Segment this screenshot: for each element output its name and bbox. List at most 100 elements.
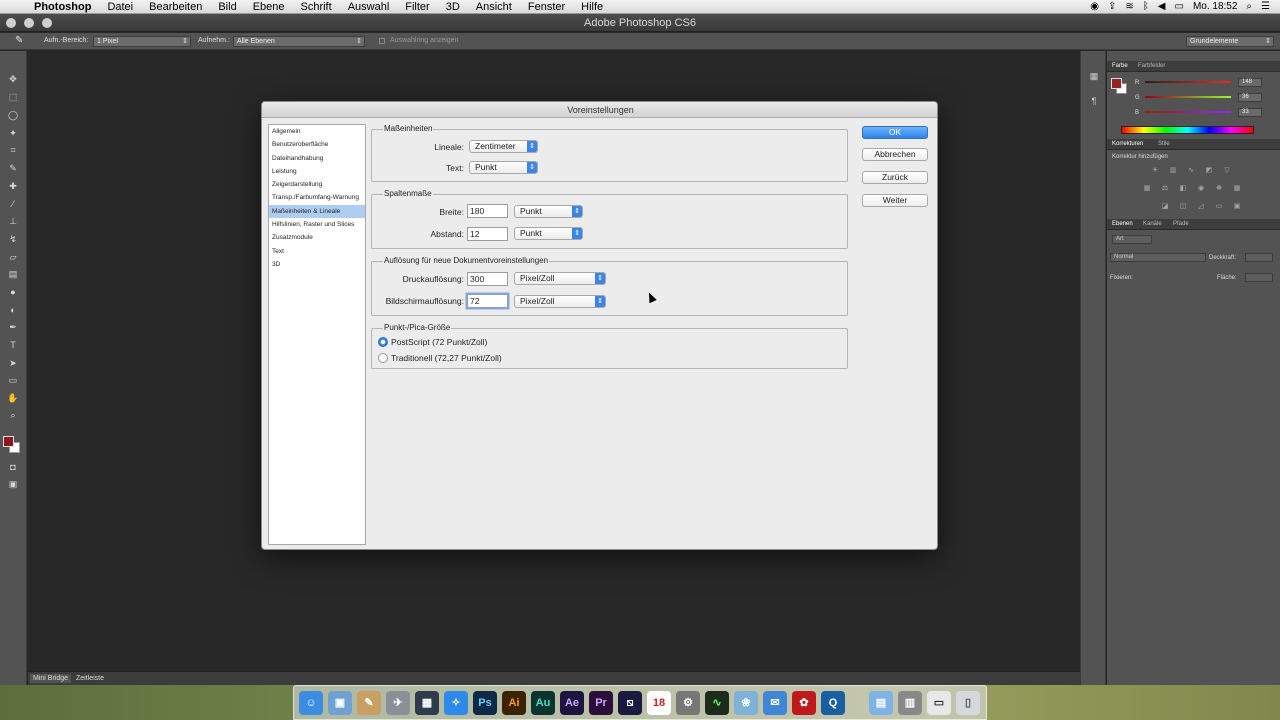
finder-icon[interactable]: ☺ xyxy=(299,691,323,715)
photos-icon[interactable]: ❀ xyxy=(734,691,758,715)
menu-ebene[interactable]: Ebene xyxy=(245,0,293,14)
volume-icon[interactable]: ◀ xyxy=(1158,0,1166,14)
hand-tool-icon[interactable]: ✋ xyxy=(6,392,20,404)
path-select-tool-icon[interactable]: ➤ xyxy=(6,357,20,369)
category-item-allgemein[interactable]: Allgemein xyxy=(269,125,365,138)
printer-icon[interactable]: ▥ xyxy=(898,691,922,715)
tab-kanaele[interactable]: Kanäle xyxy=(1143,221,1162,227)
invert-adjustment-icon[interactable]: ◪ xyxy=(1160,202,1170,210)
menu-ansicht[interactable]: Ansicht xyxy=(468,0,520,14)
eyedropper-tool-icon[interactable]: ✎ xyxy=(6,162,20,174)
print-resolution-input[interactable]: 300 xyxy=(467,272,508,286)
menu-schrift[interactable]: Schrift xyxy=(293,0,340,14)
battery-icon[interactable]: ▭ xyxy=(1174,0,1183,14)
color-lookup-adjustment-icon[interactable]: ▦ xyxy=(1232,184,1242,192)
tab-korrekturen[interactable]: Korrekturen xyxy=(1112,141,1143,147)
stamp-tool-icon[interactable]: ⊥ xyxy=(6,215,20,227)
gradient-map-adjustment-icon[interactable]: ▭ xyxy=(1214,202,1224,210)
levels-adjustment-icon[interactable]: ▥ xyxy=(1168,166,1178,174)
preview-icon[interactable]: ▣ xyxy=(328,691,352,715)
column-width-input[interactable]: 180 xyxy=(467,204,508,218)
menu-fenster[interactable]: Fenster xyxy=(520,0,573,14)
calendar-icon[interactable]: 18 xyxy=(647,691,671,715)
wifi-icon[interactable]: ≋ xyxy=(1125,0,1133,14)
color-balance-adjustment-icon[interactable]: ⚖ xyxy=(1160,184,1170,192)
opacity-field[interactable] xyxy=(1245,253,1273,262)
lasso-tool-icon[interactable]: ◯ xyxy=(6,109,20,121)
downloads-folder-icon[interactable]: ▤ xyxy=(869,691,893,715)
fill-field[interactable] xyxy=(1245,273,1273,282)
category-item-benutzeroberflaeche[interactable]: Benutzeroberfläche xyxy=(269,138,365,151)
category-item-dateihandhabung[interactable]: Dateihandhabung xyxy=(269,152,365,165)
crop-tool-icon[interactable]: ⌗ xyxy=(6,144,20,156)
menubar-clock[interactable]: Mo. 18:52 xyxy=(1193,0,1237,14)
launchpad-icon[interactable]: ✈ xyxy=(386,691,410,715)
tab-farbfelder[interactable]: Farbfelder xyxy=(1138,63,1165,69)
tab-farbe[interactable]: Farbe xyxy=(1112,63,1128,69)
tab-stile[interactable]: Stile xyxy=(1158,141,1170,147)
pen-tool-icon[interactable]: ✒ xyxy=(6,321,20,333)
back-button[interactable]: Zurück xyxy=(862,171,928,184)
eraser-tool-icon[interactable]: ▱ xyxy=(6,251,20,263)
after-effects-icon[interactable]: Ae xyxy=(560,691,584,715)
category-item-zusatzmodule[interactable]: Zusatzmodule xyxy=(269,231,365,244)
category-item-transparenz[interactable]: Transp./Farbumfang-Warnung xyxy=(269,191,365,204)
fg-color-chip[interactable] xyxy=(1111,78,1122,89)
shape-tool-icon[interactable]: ▭ xyxy=(6,374,20,386)
acrobat-icon[interactable]: ✿ xyxy=(792,691,816,715)
foreground-color-swatch[interactable] xyxy=(3,436,14,447)
screen-resolution-input[interactable]: 72 xyxy=(467,294,508,308)
hue-adjustment-icon[interactable]: ▦ xyxy=(1142,184,1152,192)
eyedropper-tool-icon[interactable]: ✎ xyxy=(15,35,23,46)
g-value-field[interactable]: 36 xyxy=(1238,93,1262,102)
layer-kind-filter[interactable]: Art xyxy=(1112,235,1152,244)
posterize-adjustment-icon[interactable]: ◫ xyxy=(1178,202,1188,210)
r-value-field[interactable]: 148 xyxy=(1238,78,1262,87)
category-item-hilfslinien[interactable]: Hilfslinien, Raster und Slices xyxy=(269,218,365,231)
blend-mode-select[interactable]: Normal xyxy=(1110,253,1206,262)
tab-zeitleiste[interactable]: Zeitleiste xyxy=(73,674,107,683)
threshold-adjustment-icon[interactable]: ◿ xyxy=(1196,202,1206,210)
category-item-zeigerdarstellung[interactable]: Zeigerdarstellung xyxy=(269,178,365,191)
ok-button[interactable]: OK xyxy=(862,126,928,139)
category-item-3d[interactable]: 3D xyxy=(269,258,365,271)
notifications-icon[interactable]: ☰ xyxy=(1261,0,1270,14)
traditional-radio[interactable] xyxy=(378,353,388,363)
system-preferences-icon[interactable]: ⚙ xyxy=(676,691,700,715)
quick-select-tool-icon[interactable]: ✦ xyxy=(6,127,20,139)
gradient-tool-icon[interactable]: ▤ xyxy=(6,268,20,280)
gutter-input[interactable]: 12 xyxy=(467,227,508,241)
activity-monitor-icon[interactable]: ∿ xyxy=(705,691,729,715)
tab-ebenen[interactable]: Ebenen xyxy=(1112,221,1133,227)
selective-color-adjustment-icon[interactable]: ▣ xyxy=(1232,202,1242,210)
g-slider[interactable] xyxy=(1145,96,1231,98)
history-brush-tool-icon[interactable]: ↯ xyxy=(6,233,20,245)
paragraph-panel-icon[interactable]: ¶ xyxy=(1088,96,1100,108)
documents-stack-icon[interactable]: ▭ xyxy=(927,691,951,715)
brush-tool-icon[interactable]: ⁄ xyxy=(6,198,20,210)
menu-app[interactable]: Photoshop xyxy=(34,0,99,14)
photo-filter-adjustment-icon[interactable]: ◉ xyxy=(1196,184,1206,192)
sample-size-select[interactable]: 1 Pixel xyxy=(93,36,191,47)
print-resolution-unit-select[interactable]: Pixel/Zoll ⇕ xyxy=(514,272,606,285)
sample-select[interactable]: Alle Ebenen xyxy=(233,36,365,47)
rulers-select[interactable]: Zentimeter ⇕ xyxy=(469,140,538,153)
illustrator-icon[interactable]: Ai xyxy=(502,691,526,715)
menu-datei[interactable]: Datei xyxy=(99,0,141,14)
menu-auswahl[interactable]: Auswahl xyxy=(340,0,398,14)
type-tool-icon[interactable]: T xyxy=(6,339,20,351)
menu-bearbeiten[interactable]: Bearbeiten xyxy=(141,0,210,14)
category-item-leistung[interactable]: Leistung xyxy=(269,165,365,178)
record-icon[interactable]: ◉ xyxy=(1090,0,1099,14)
tab-pfade[interactable]: Pfade xyxy=(1173,221,1189,227)
safari-icon[interactable]: ✧ xyxy=(444,691,468,715)
zoom-tool-icon[interactable]: ⌕ xyxy=(6,409,20,421)
r-slider[interactable] xyxy=(1145,81,1231,83)
exposure-adjustment-icon[interactable]: ◩ xyxy=(1204,166,1214,174)
channel-mixer-adjustment-icon[interactable]: ❋ xyxy=(1214,184,1224,192)
brightness-adjustment-icon[interactable]: ☀ xyxy=(1150,166,1160,174)
cancel-button[interactable]: Abbrechen xyxy=(862,148,928,161)
quicktime-icon[interactable]: Q xyxy=(821,691,845,715)
premiere-icon[interactable]: Pr xyxy=(589,691,613,715)
quick-mask-icon[interactable]: ◘ xyxy=(6,461,20,473)
